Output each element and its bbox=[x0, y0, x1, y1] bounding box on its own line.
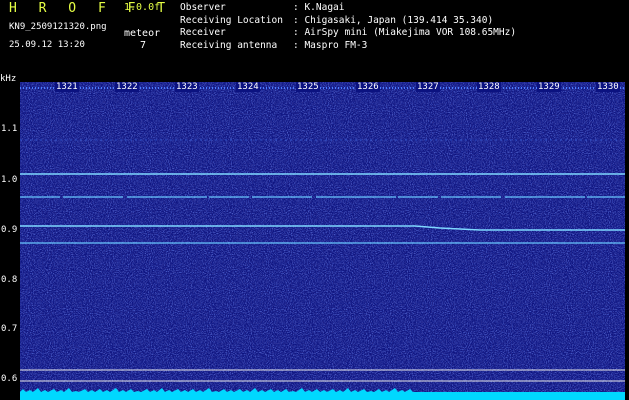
station-info: Observer : K.Nagai Receiving Location : Ch… bbox=[180, 2, 516, 52]
app-version: 1.0.0f bbox=[124, 2, 161, 13]
info-value: : Chigasaki, Japan (139.414 35.340) bbox=[293, 14, 494, 26]
info-row-antenna: Receiving antenna : Maspro FM-3 bbox=[180, 40, 516, 53]
y-tick-label: 1.0 bbox=[1, 175, 18, 185]
info-key: Observer bbox=[180, 2, 226, 13]
y-axis-panel bbox=[0, 74, 20, 400]
x-tick-label: 1322 bbox=[115, 82, 139, 92]
spectrogram-plot[interactable] bbox=[20, 82, 625, 400]
x-tick-label: 1323 bbox=[175, 82, 199, 92]
x-tick-label: 1327 bbox=[416, 82, 440, 92]
x-tick-label: 1329 bbox=[537, 82, 561, 92]
info-value: : AirSpy mini (Miakejima VOR 108.65MHz) bbox=[293, 27, 517, 38]
y-tick-label: 0.6 bbox=[1, 374, 18, 384]
info-row-location: Receiving Location : Chigasaki, Japan (13… bbox=[180, 15, 516, 28]
x-tick-label: 1325 bbox=[296, 82, 320, 92]
header-panel: H R O F F T 1.0.0f KN9_2509121320.png me… bbox=[0, 0, 629, 74]
info-value: : Maspro FM-3 bbox=[293, 39, 368, 51]
spectrogram-canvas bbox=[20, 82, 625, 400]
x-tick-label: 1328 bbox=[477, 82, 501, 92]
y-tick-label: 0.7 bbox=[1, 324, 18, 334]
x-tick-label: 1324 bbox=[236, 82, 260, 92]
y-tick-label: 0.8 bbox=[1, 275, 18, 285]
info-row-receiver: Receiver : AirSpy mini (Miakejima VOR 108… bbox=[180, 27, 516, 40]
y-axis-unit: kHz bbox=[0, 74, 17, 84]
info-key: Receiving antenna bbox=[180, 39, 278, 51]
info-key: Receiver bbox=[180, 27, 226, 38]
y-tick-label: 1.1 bbox=[1, 124, 18, 134]
info-value: : K.Nagai bbox=[293, 2, 345, 13]
y-tick-label: 0.9 bbox=[1, 225, 18, 235]
x-tick-label: 1326 bbox=[356, 82, 380, 92]
info-key: Receiving Location bbox=[180, 14, 283, 26]
x-tick-label: 1330 bbox=[596, 82, 620, 92]
mode-label: meteor bbox=[124, 28, 161, 39]
file-name: KN9_2509121320.png bbox=[9, 22, 107, 32]
count-value: 7 bbox=[140, 40, 147, 51]
datetime-label: 25.09.12 13:20 bbox=[9, 40, 85, 50]
x-tick-label: 1321 bbox=[55, 82, 79, 92]
info-row-observer: Observer : K.Nagai bbox=[180, 2, 516, 15]
